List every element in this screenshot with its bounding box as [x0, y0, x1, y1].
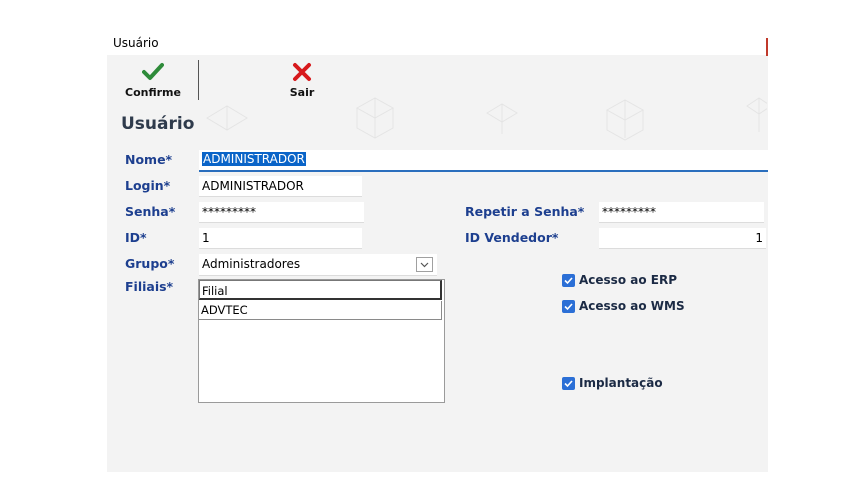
title-bar-edge: [766, 38, 768, 56]
senha-input[interactable]: *********: [199, 202, 364, 223]
acesso-erp-label: Acesso ao ERP: [579, 273, 677, 287]
id-vendedor-input[interactable]: 1: [599, 228, 766, 249]
exit-label: Sair: [289, 86, 315, 99]
title-bar: Usuário: [107, 30, 768, 56]
acesso-erp-checkbox[interactable]: Acesso ao ERP: [562, 273, 702, 289]
checkbox-checked-icon: [562, 300, 575, 313]
grupo-label: Grupo*: [125, 256, 175, 271]
acesso-wms-label: Acesso ao WMS: [579, 299, 685, 313]
implantacao-label: Implantação: [579, 376, 663, 390]
nome-selected-text: ADMINISTRADOR: [202, 152, 306, 166]
login-input[interactable]: ADMINISTRADOR: [199, 176, 362, 197]
close-icon: [277, 62, 327, 86]
repetir-senha-input[interactable]: *********: [599, 202, 764, 223]
chevron-down-icon[interactable]: [416, 257, 433, 272]
user-dialog: Usuário Confirme Sair Usuário Nome* ADMI…: [107, 30, 768, 472]
confirm-button[interactable]: Confirme: [115, 58, 191, 100]
background-pattern: [206, 97, 767, 141]
toolbar-separator: [198, 60, 199, 100]
acesso-wms-checkbox[interactable]: Acesso ao WMS: [562, 299, 702, 315]
id-label: ID*: [125, 230, 147, 245]
implantacao-checkbox[interactable]: Implantação: [562, 376, 702, 392]
grupo-select[interactable]: Administradores: [199, 254, 437, 276]
repetir-senha-label: Repetir a Senha*: [465, 204, 585, 219]
page-title: Usuário: [121, 114, 195, 134]
login-label: Login*: [125, 178, 171, 193]
checkbox-checked-icon: [562, 377, 575, 390]
filiais-label: Filiais*: [125, 279, 174, 294]
id-vendedor-label: ID Vendedor*: [465, 230, 559, 245]
exit-button[interactable]: Sair: [277, 58, 327, 100]
checkbox-checked-icon: [562, 274, 575, 287]
window-title: Usuário: [113, 36, 159, 50]
checkmark-icon: [115, 62, 191, 86]
list-item[interactable]: ADVTEC: [199, 301, 442, 320]
confirm-label: Confirme: [125, 86, 181, 99]
nome-input[interactable]: ADMINISTRADOR: [199, 150, 768, 172]
filiais-list[interactable]: Filial ADVTEC: [198, 279, 445, 403]
filial-column-header[interactable]: Filial: [199, 280, 442, 300]
nome-label: Nome*: [125, 152, 173, 167]
senha-label: Senha*: [125, 204, 176, 219]
grupo-selected-value: Administradores: [202, 257, 301, 271]
id-input[interactable]: 1: [199, 228, 362, 249]
